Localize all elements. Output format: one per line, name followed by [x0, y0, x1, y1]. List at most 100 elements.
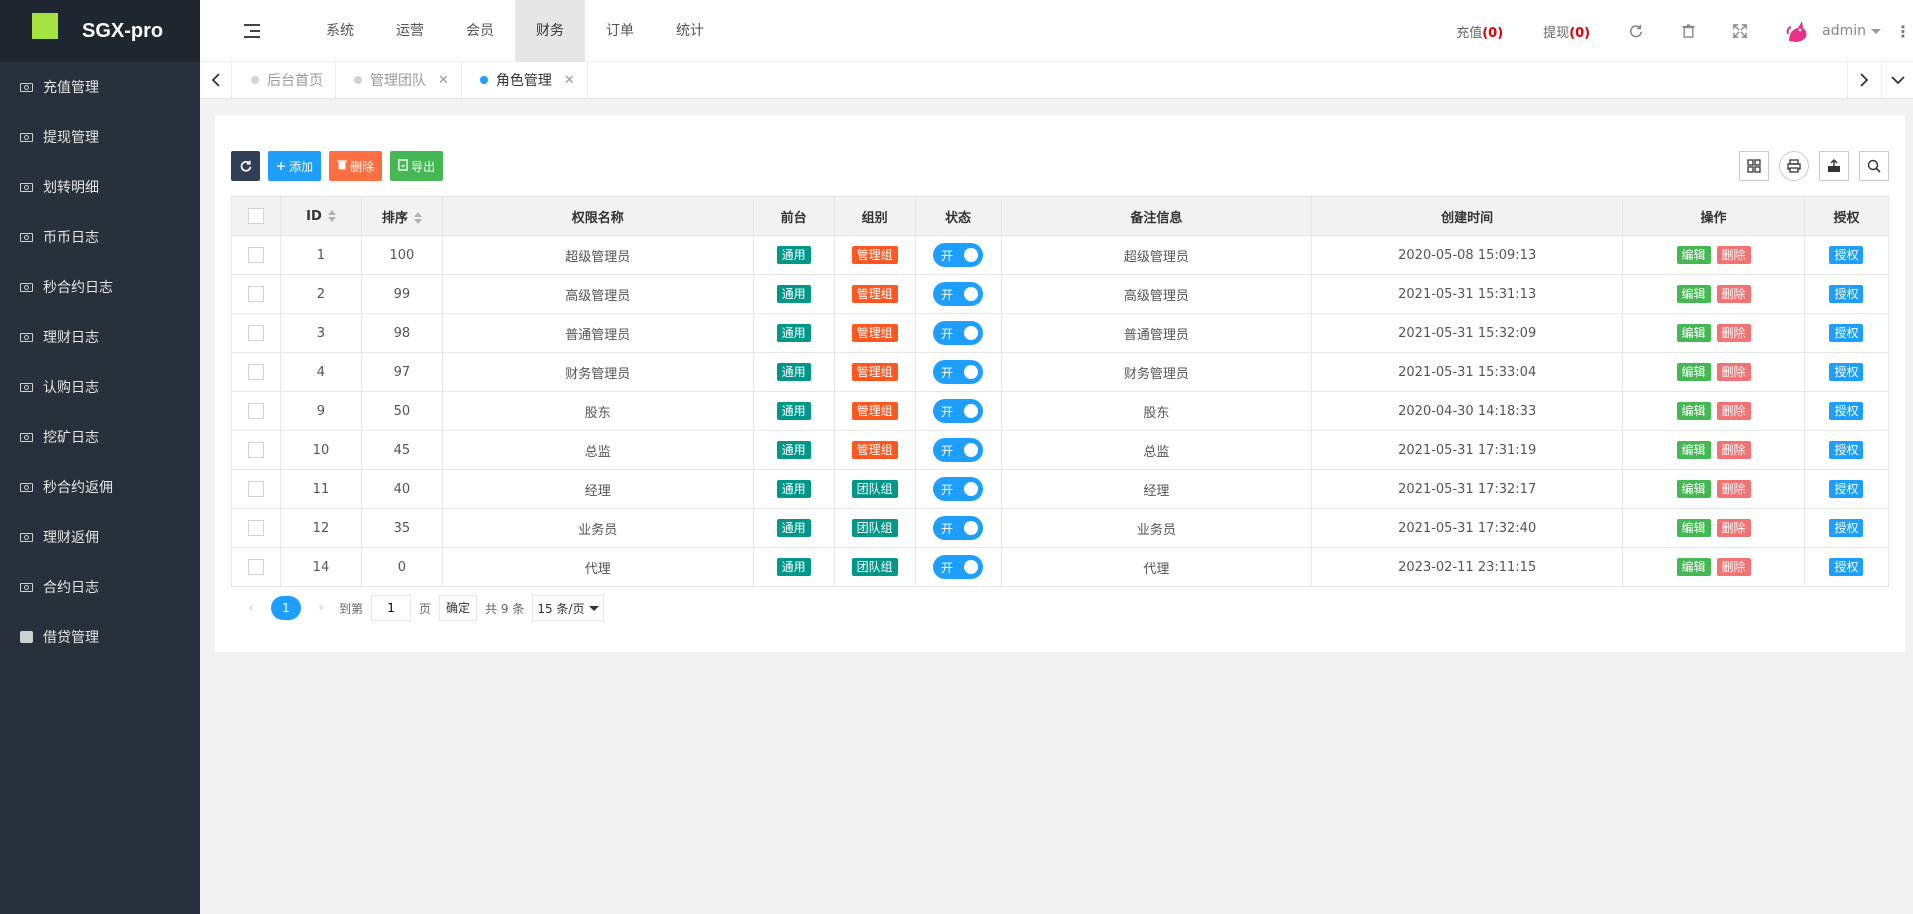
row-checkbox-cell[interactable]: [231, 274, 281, 314]
authorize-button[interactable]: 授权: [1829, 480, 1864, 498]
current-page[interactable]: 1: [271, 596, 301, 620]
authorize-button[interactable]: 授权: [1829, 558, 1864, 576]
close-icon[interactable]: ✕: [564, 73, 575, 88]
row-checkbox[interactable]: [247, 520, 264, 536]
top-nav-item[interactable]: 财务: [515, 0, 585, 62]
edit-button[interactable]: 编辑: [1676, 363, 1711, 381]
col-sort[interactable]: 排序: [360, 196, 443, 236]
row-checkbox[interactable]: [247, 325, 264, 341]
edit-button[interactable]: 编辑: [1676, 246, 1711, 264]
row-checkbox-cell[interactable]: [231, 469, 281, 509]
select-all-checkbox-cell[interactable]: [231, 196, 281, 236]
top-nav-item[interactable]: 运营: [375, 0, 445, 62]
edit-button[interactable]: 编辑: [1676, 558, 1711, 576]
status-toggle[interactable]: 开: [933, 360, 984, 384]
sidebar-item[interactable]: 划转明细: [0, 162, 200, 212]
prev-page-icon[interactable]: ‹: [241, 600, 261, 616]
page-tab[interactable]: 后台首页: [233, 62, 336, 98]
export-icon[interactable]: [1819, 151, 1849, 181]
authorize-button[interactable]: 授权: [1829, 519, 1864, 537]
row-checkbox-cell[interactable]: [231, 391, 281, 431]
authorize-button[interactable]: 授权: [1829, 324, 1864, 342]
select-all-checkbox[interactable]: [247, 208, 264, 224]
close-icon[interactable]: ✕: [438, 73, 449, 88]
withdraw-link[interactable]: 提现(0): [1543, 22, 1590, 41]
delete-row-button[interactable]: 删除: [1716, 558, 1751, 576]
status-toggle[interactable]: 开: [933, 399, 984, 423]
row-checkbox[interactable]: [247, 247, 264, 263]
chevron-down-icon[interactable]: [1881, 62, 1913, 98]
status-toggle[interactable]: 开: [933, 555, 984, 579]
delete-row-button[interactable]: 删除: [1716, 363, 1751, 381]
sidebar-item[interactable]: 挖矿日志: [0, 412, 200, 462]
confirm-button[interactable]: 确定: [439, 595, 478, 621]
row-checkbox[interactable]: [247, 559, 264, 575]
edit-button[interactable]: 编辑: [1676, 519, 1711, 537]
print-icon[interactable]: [1779, 151, 1809, 181]
user-menu[interactable]: admin: [1782, 16, 1881, 46]
authorize-button[interactable]: 授权: [1829, 285, 1864, 303]
sidebar-item[interactable]: 理财日志: [0, 312, 200, 362]
more-vertical-icon[interactable]: ⋮: [1893, 22, 1913, 41]
authorize-button[interactable]: 授权: [1829, 441, 1864, 459]
delete-row-button[interactable]: 删除: [1716, 519, 1751, 537]
row-checkbox-cell[interactable]: [231, 508, 281, 548]
refresh-button[interactable]: [231, 151, 260, 181]
sidebar-item[interactable]: 充值管理: [0, 62, 200, 112]
status-toggle[interactable]: 开: [933, 282, 984, 306]
search-icon[interactable]: [1859, 151, 1889, 181]
top-nav-item[interactable]: 订单: [585, 0, 655, 62]
row-checkbox-cell[interactable]: [231, 235, 281, 275]
page-input[interactable]: [371, 595, 412, 621]
delete-button[interactable]: 删除: [329, 151, 383, 181]
refresh-icon[interactable]: [1610, 0, 1662, 62]
sidebar-item[interactable]: 借贷管理: [0, 612, 200, 662]
menu-collapse-icon[interactable]: [244, 24, 260, 38]
row-checkbox-cell[interactable]: [231, 352, 281, 392]
page-tab[interactable]: 管理团队 ✕: [336, 62, 462, 98]
sidebar-item[interactable]: 合约日志: [0, 562, 200, 612]
row-checkbox[interactable]: [247, 442, 264, 458]
row-checkbox[interactable]: [247, 403, 264, 419]
row-checkbox-cell[interactable]: [231, 430, 281, 470]
chevron-left-icon[interactable]: [200, 62, 232, 98]
status-toggle[interactable]: 开: [933, 516, 984, 540]
col-id[interactable]: ID: [279, 196, 362, 236]
authorize-button[interactable]: 授权: [1829, 246, 1864, 264]
delete-row-button[interactable]: 删除: [1716, 246, 1751, 264]
status-toggle[interactable]: 开: [933, 438, 984, 462]
row-checkbox[interactable]: [247, 481, 264, 497]
row-checkbox[interactable]: [247, 286, 264, 302]
row-checkbox-cell[interactable]: [231, 313, 281, 353]
row-checkbox[interactable]: [247, 364, 264, 380]
add-button[interactable]: + 添加: [268, 151, 322, 181]
sidebar-item[interactable]: 理财返佣: [0, 512, 200, 562]
export-button[interactable]: 导出: [390, 151, 444, 181]
sidebar-item[interactable]: 币币日志: [0, 212, 200, 262]
delete-row-button[interactable]: 删除: [1716, 402, 1751, 420]
sidebar-item[interactable]: 提现管理: [0, 112, 200, 162]
edit-button[interactable]: 编辑: [1676, 441, 1711, 459]
sort-icon[interactable]: [413, 212, 422, 224]
sidebar-item[interactable]: 秒合约日志: [0, 262, 200, 312]
next-page-icon[interactable]: ›: [311, 600, 331, 616]
authorize-button[interactable]: 授权: [1829, 402, 1864, 420]
columns-filter-icon[interactable]: [1739, 151, 1769, 181]
chevron-right-icon[interactable]: [1847, 62, 1879, 98]
sidebar-item[interactable]: 认购日志: [0, 362, 200, 412]
page-tab[interactable]: 角色管理 ✕: [462, 62, 588, 98]
sidebar-item[interactable]: 秒合约返佣: [0, 462, 200, 512]
edit-button[interactable]: 编辑: [1676, 285, 1711, 303]
edit-button[interactable]: 编辑: [1676, 480, 1711, 498]
edit-button[interactable]: 编辑: [1676, 324, 1711, 342]
authorize-button[interactable]: 授权: [1829, 363, 1864, 381]
trash-icon[interactable]: [1662, 0, 1714, 62]
page-size-select[interactable]: 15 条/页: [532, 595, 605, 621]
top-nav-item[interactable]: 统计: [655, 0, 725, 62]
sort-icon[interactable]: [327, 210, 336, 222]
delete-row-button[interactable]: 删除: [1716, 480, 1751, 498]
status-toggle[interactable]: 开: [933, 321, 984, 345]
recharge-link[interactable]: 充值(0): [1456, 22, 1503, 41]
top-nav-item[interactable]: 系统: [305, 0, 375, 62]
delete-row-button[interactable]: 删除: [1716, 285, 1751, 303]
